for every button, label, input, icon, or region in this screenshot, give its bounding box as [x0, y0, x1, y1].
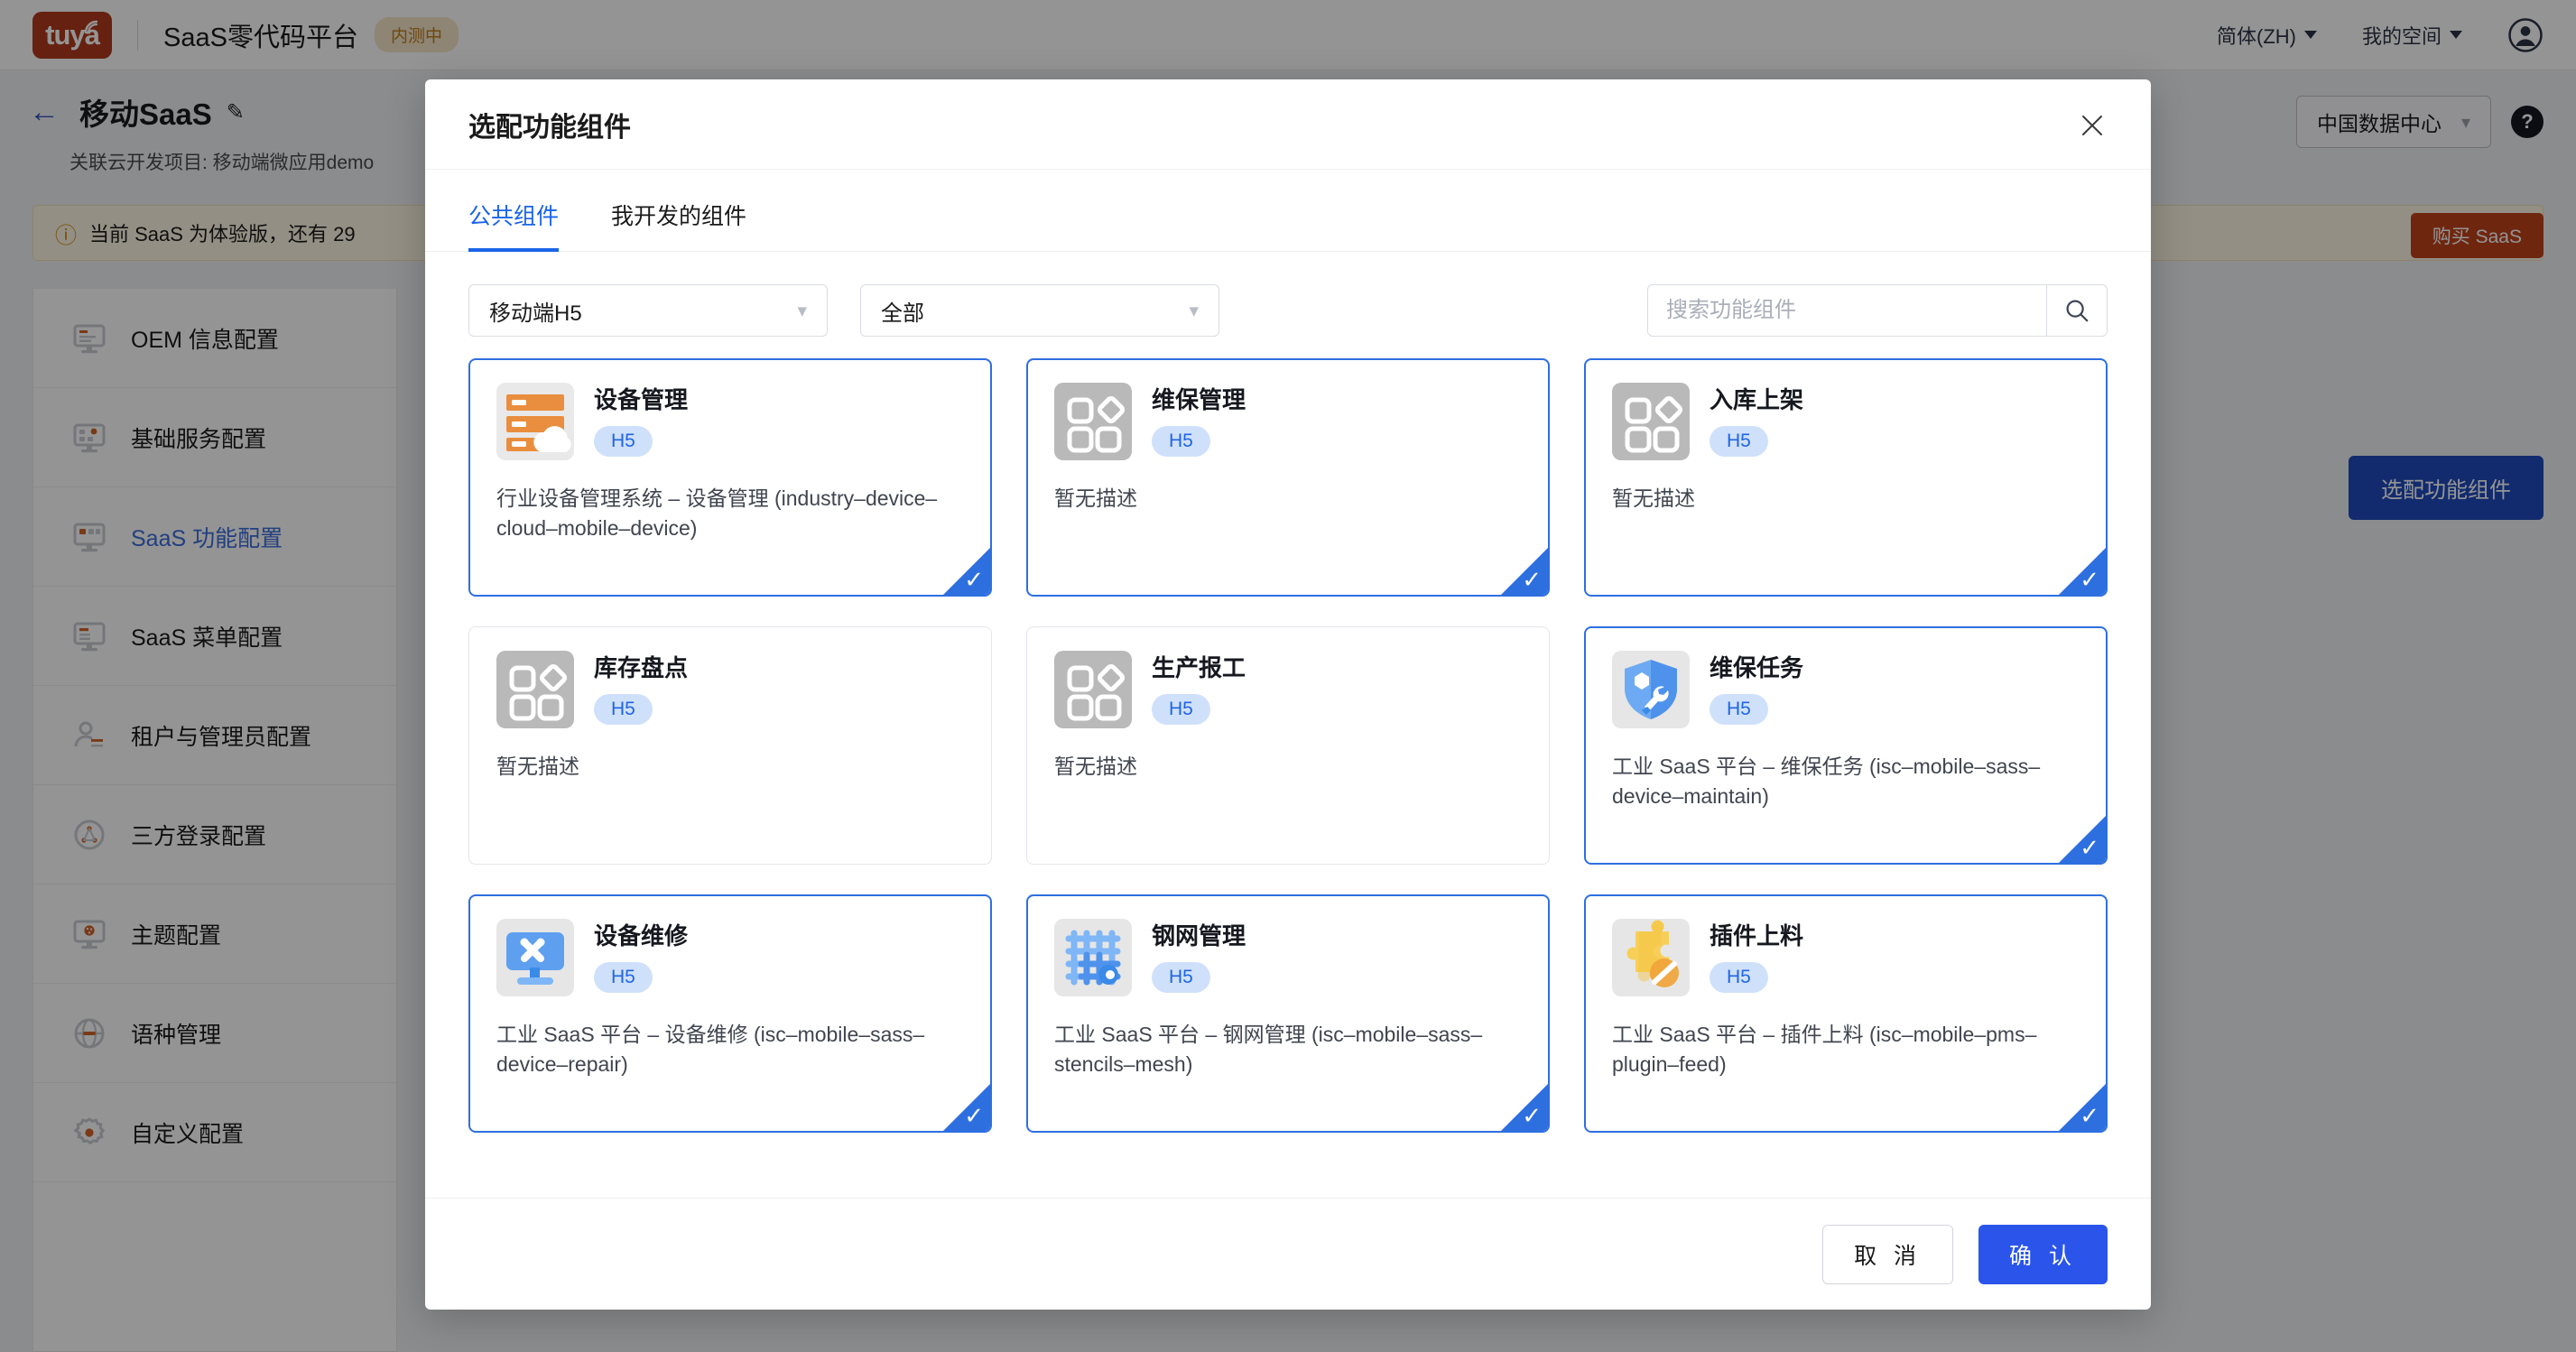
- component-card[interactable]: 插件上料 H5 工业 SaaS 平台 – 插件上料 (isc–mobile–pm…: [1584, 894, 2108, 1133]
- category-select[interactable]: 全部 ▾: [860, 284, 1219, 337]
- search-button[interactable]: [2046, 284, 2108, 337]
- check-icon: ✓: [964, 566, 984, 593]
- cancel-button[interactable]: 取 消: [1822, 1224, 1954, 1284]
- component-card[interactable]: 设备管理 H5 行业设备管理系统 – 设备管理 (industry–device…: [468, 358, 992, 597]
- card-title: 设备管理: [594, 386, 689, 413]
- component-card[interactable]: 设备维修 H5 工业 SaaS 平台 – 设备维修 (isc–mobile–sa…: [468, 894, 992, 1133]
- card-header: 设备维修 H5: [496, 919, 964, 996]
- shield-wrench-icon: [1612, 651, 1690, 728]
- check-icon: ✓: [1522, 1102, 1542, 1129]
- component-card[interactable]: 维保管理 H5 暂无描述 ✓: [1026, 358, 1550, 597]
- card-meta: 入库上架 H5: [1710, 383, 1803, 457]
- card-title: 入库上架: [1710, 386, 1804, 413]
- card-meta: 库存盘点 H5: [594, 651, 688, 725]
- card-header: 插件上料 H5: [1612, 919, 2080, 996]
- component-card[interactable]: 生产报工 H5 暂无描述: [1026, 626, 1550, 865]
- server-cloud-icon: [496, 383, 574, 460]
- card-title: 维保任务: [1710, 654, 1804, 681]
- card-title: 维保管理: [1152, 386, 1246, 413]
- card-header: 设备管理 H5: [496, 383, 964, 460]
- card-title: 钢网管理: [1152, 922, 1246, 949]
- card-title: 设备维修: [594, 922, 689, 949]
- card-header: 维保管理 H5: [1054, 383, 1522, 460]
- modal-header: 选配功能组件: [425, 79, 2151, 170]
- modal-footer: 取 消 确 认: [425, 1198, 2151, 1310]
- card-meta: 钢网管理 H5: [1152, 919, 1246, 993]
- platform-tag: H5: [594, 961, 653, 993]
- card-description: 暂无描述: [1612, 486, 1695, 510]
- component-card[interactable]: 维保任务 H5 工业 SaaS 平台 – 维保任务 (isc–mobile–sa…: [1584, 626, 2108, 865]
- platform-tag: H5: [594, 693, 653, 725]
- card-description: 工业 SaaS 平台 – 维保任务 (isc–mobile–sass–devic…: [1612, 755, 2041, 809]
- card-meta: 维保任务 H5: [1710, 651, 1803, 725]
- monitor-tools-icon: [496, 919, 574, 996]
- platform-select[interactable]: 移动端H5 ▾: [468, 284, 828, 337]
- card-meta: 维保管理 H5: [1152, 383, 1246, 457]
- check-icon: ✓: [2080, 566, 2099, 593]
- placeholder-blocks-icon: [1054, 651, 1132, 728]
- card-description: 工业 SaaS 平台 – 设备维修 (isc–mobile–sass–devic…: [496, 1023, 925, 1077]
- card-title: 插件上料: [1710, 922, 1804, 949]
- components-scroll-area[interactable]: 设备管理 H5 行业设备管理系统 – 设备管理 (industry–device…: [425, 337, 2151, 1198]
- modal-tabs: 公共组件 我开发的组件: [425, 170, 2151, 252]
- category-value: 全部: [881, 301, 924, 326]
- card-description: 行业设备管理系统 – 设备管理 (industry–device–cloud–m…: [496, 486, 938, 541]
- tab-my-components[interactable]: 我开发的组件: [611, 170, 746, 251]
- card-header: 维保任务 H5: [1612, 651, 2080, 728]
- search-area: [1647, 284, 2108, 337]
- confirm-button[interactable]: 确 认: [1978, 1224, 2108, 1284]
- placeholder-blocks-icon: [1612, 383, 1690, 460]
- check-icon: ✓: [964, 1102, 984, 1129]
- component-card[interactable]: 库存盘点 H5 暂无描述: [468, 626, 992, 865]
- placeholder-blocks-icon: [496, 651, 574, 728]
- mesh-grid-icon: [1054, 919, 1132, 996]
- card-description: 暂无描述: [496, 755, 579, 778]
- platform-tag: H5: [1710, 961, 1768, 993]
- modal-title: 选配功能组件: [468, 112, 631, 143]
- card-meta: 设备维修 H5: [594, 919, 688, 993]
- card-header: 生产报工 H5: [1054, 651, 1522, 728]
- check-icon: ✓: [2080, 834, 2099, 861]
- card-meta: 设备管理 H5: [594, 383, 688, 457]
- platform-value: 移动端H5: [489, 301, 582, 326]
- card-header: 钢网管理 H5: [1054, 919, 1522, 996]
- card-meta: 插件上料 H5: [1710, 919, 1803, 993]
- search-icon: [2066, 300, 2089, 322]
- placeholder-blocks-icon: [1054, 383, 1132, 460]
- platform-tag: H5: [1152, 693, 1210, 725]
- close-icon[interactable]: [2073, 106, 2111, 144]
- component-card[interactable]: 钢网管理 H5 工业 SaaS 平台 – 钢网管理 (isc–mobile–sa…: [1026, 894, 1550, 1133]
- card-description: 暂无描述: [1054, 486, 1137, 510]
- card-description: 工业 SaaS 平台 – 钢网管理 (isc–mobile–sass–stenc…: [1054, 1023, 1483, 1077]
- chevron-down-icon: ▾: [797, 300, 807, 321]
- platform-tag: H5: [1710, 693, 1768, 725]
- check-icon: ✓: [1522, 566, 1542, 593]
- card-description: 暂无描述: [1054, 755, 1137, 778]
- tab-public-components[interactable]: 公共组件: [468, 170, 560, 252]
- component-card[interactable]: 入库上架 H5 暂无描述 ✓: [1584, 358, 2108, 597]
- search-input[interactable]: [1647, 284, 2046, 337]
- platform-tag: H5: [1152, 961, 1210, 993]
- platform-tag: H5: [594, 425, 653, 457]
- check-icon: ✓: [2080, 1102, 2099, 1129]
- select-components-modal: 选配功能组件 公共组件 我开发的组件 移动端H5 ▾ 全部 ▾ 搜索功能组件 设…: [425, 79, 2151, 1310]
- components-grid: 设备管理 H5 行业设备管理系统 – 设备管理 (industry–device…: [468, 358, 2108, 1133]
- card-header: 库存盘点 H5: [496, 651, 964, 728]
- chevron-down-icon: ▾: [1189, 300, 1199, 321]
- card-meta: 生产报工 H5: [1152, 651, 1246, 725]
- platform-tag: H5: [1152, 425, 1210, 457]
- card-header: 入库上架 H5: [1612, 383, 2080, 460]
- card-description: 工业 SaaS 平台 – 插件上料 (isc–mobile–pms–plugin…: [1612, 1023, 2037, 1077]
- card-title: 库存盘点: [594, 654, 689, 681]
- puzzle-piece-icon: [1612, 919, 1690, 996]
- platform-tag: H5: [1710, 425, 1768, 457]
- card-title: 生产报工: [1152, 654, 1246, 681]
- modal-filters: 移动端H5 ▾ 全部 ▾: [425, 252, 2151, 337]
